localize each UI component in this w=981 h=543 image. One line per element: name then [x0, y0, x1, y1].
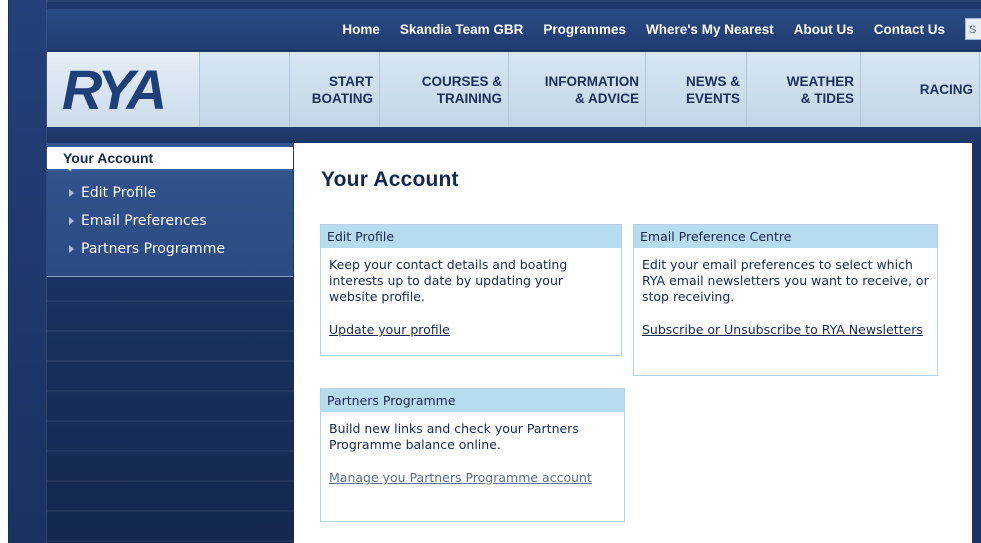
sidebar-item-email-preferences[interactable]: Email Preferences	[47, 207, 293, 235]
card-body: Edit your email preferences to select wh…	[634, 248, 937, 346]
card-description: Keep your contact details and boating in…	[329, 257, 568, 304]
card-partners-programme: Partners Programme Build new links and c…	[320, 388, 625, 522]
card-body: Build new links and check your Partners …	[321, 412, 624, 494]
sidebar-heading-text: Your Account	[63, 150, 154, 166]
menu-racing[interactable]: RACING	[861, 52, 980, 127]
left-margin	[0, 0, 8, 543]
page-title: Your Account	[321, 168, 459, 191]
header-spacer	[200, 52, 290, 127]
manage-partners-programme-link[interactable]: Manage you Partners Programme account	[329, 470, 592, 486]
arrow-right-icon	[69, 245, 74, 253]
card-title: Edit Profile	[321, 225, 621, 248]
main-content: Your Account Edit Profile Keep your cont…	[294, 143, 972, 543]
sidebar-item-label: Email Preferences	[81, 213, 207, 229]
menu-news-events[interactable]: NEWS & EVENTS	[646, 52, 747, 127]
rya-logo[interactable]: RYA	[47, 52, 200, 127]
card-description: Edit your email preferences to select wh…	[642, 257, 929, 304]
card-email-preference-centre: Email Preference Centre Edit your email …	[633, 224, 938, 376]
sidebar-panel: Your Account Edit Profile Email Preferen…	[47, 143, 293, 277]
top-navigation: Home Skandia Team GBR Programmes Where's…	[47, 9, 981, 49]
sidebar-list: Edit Profile Email Preferences Partners …	[47, 179, 293, 263]
sidebar-item-label: Partners Programme	[81, 241, 225, 257]
update-profile-link[interactable]: Update your profile	[329, 322, 450, 338]
topnav-skandia-team-gbr-link[interactable]: Skandia Team GBR	[400, 22, 524, 37]
sidebar-item-edit-profile[interactable]: Edit Profile	[47, 179, 293, 207]
card-edit-profile: Edit Profile Keep your contact details a…	[320, 224, 622, 356]
card-title: Partners Programme	[321, 389, 624, 412]
background-left-band	[9, 0, 47, 543]
sidebar-item-label: Edit Profile	[81, 185, 157, 201]
topnav-wheres-my-nearest-link[interactable]: Where's My Nearest	[646, 22, 774, 37]
top-navigation-list: Home Skandia Team GBR Programmes Where's…	[342, 9, 981, 49]
sidebar: Your Account Edit Profile Email Preferen…	[47, 143, 293, 543]
arrow-right-icon	[69, 217, 74, 225]
sidebar-item-partners-programme[interactable]: Partners Programme	[47, 235, 293, 263]
card-body: Keep your contact details and boating in…	[321, 248, 621, 346]
menu-information-advice[interactable]: INFORMATION & ADVICE	[509, 52, 646, 127]
topnav-home-link[interactable]: Home	[342, 22, 380, 37]
sidebar-heading: Your Account	[47, 147, 293, 171]
topnav-programmes-link[interactable]: Programmes	[543, 22, 626, 37]
sidebar-heading-notch	[65, 166, 75, 171]
menu-courses-training[interactable]: COURSES & TRAINING	[380, 52, 509, 127]
card-description: Build new links and check your Partners …	[329, 421, 579, 452]
right-edge-band	[972, 143, 981, 543]
topnav-about-us-link[interactable]: About Us	[794, 22, 854, 37]
main-menu: START BOATING COURSES & TRAINING INFORMA…	[290, 52, 980, 127]
header-band: RYA START BOATING COURSES & TRAINING INF…	[47, 52, 981, 127]
arrow-right-icon	[69, 189, 74, 197]
header-divider-strip	[47, 127, 981, 143]
subscribe-unsubscribe-link[interactable]: Subscribe or Unsubscribe to RYA Newslett…	[642, 322, 923, 338]
search-input[interactable]: S	[965, 18, 981, 40]
topnav-contact-us-link[interactable]: Contact Us	[874, 22, 945, 37]
rya-logo-text: RYA	[62, 58, 167, 121]
card-title: Email Preference Centre	[634, 225, 937, 248]
menu-start-boating[interactable]: START BOATING	[290, 52, 380, 127]
menu-weather-tides[interactable]: WEATHER & TIDES	[747, 52, 861, 127]
